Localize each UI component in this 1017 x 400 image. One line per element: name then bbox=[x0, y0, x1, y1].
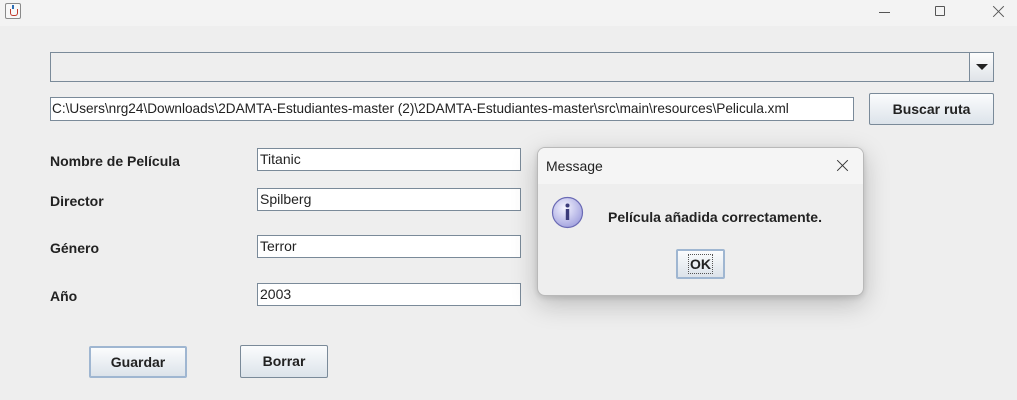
movie-name-label: Nombre de Película bbox=[50, 153, 180, 169]
genre-field[interactable]: Terror bbox=[257, 235, 521, 258]
clear-button[interactable]: Borrar bbox=[240, 345, 328, 378]
chevron-down-icon bbox=[976, 64, 988, 70]
close-icon bbox=[836, 158, 850, 172]
info-icon bbox=[551, 196, 584, 229]
dialog-close-button[interactable] bbox=[828, 153, 856, 179]
file-combo-box[interactable] bbox=[50, 52, 994, 82]
java-app-icon bbox=[5, 3, 21, 19]
close-button[interactable] bbox=[976, 0, 1017, 26]
maximize-icon bbox=[935, 6, 945, 16]
message-dialog: Message Película añadida correctamente. … bbox=[537, 147, 864, 296]
maximize-button[interactable] bbox=[918, 0, 964, 26]
minimize-icon bbox=[879, 12, 890, 13]
ok-button-label: OK bbox=[688, 254, 713, 274]
movie-name-field[interactable]: Titanic bbox=[257, 148, 521, 171]
app-window: C:\Users\nrg24\Downloads\2DAMTA-Estudian… bbox=[0, 0, 1017, 400]
title-bar bbox=[0, 0, 1017, 26]
save-button[interactable]: Guardar bbox=[89, 346, 187, 378]
browse-path-button[interactable]: Buscar ruta bbox=[869, 93, 994, 125]
dialog-title-bar: Message bbox=[538, 148, 863, 184]
year-label: Año bbox=[50, 288, 78, 304]
genre-label: Género bbox=[50, 240, 100, 256]
combo-dropdown-button[interactable] bbox=[969, 53, 993, 81]
minimize-button[interactable] bbox=[862, 0, 908, 26]
close-icon bbox=[992, 4, 1006, 18]
year-field[interactable]: 2003 bbox=[257, 283, 521, 306]
file-path-field[interactable]: C:\Users\nrg24\Downloads\2DAMTA-Estudian… bbox=[50, 97, 854, 121]
ok-button[interactable]: OK bbox=[676, 249, 725, 279]
director-field[interactable]: Spilberg bbox=[257, 188, 521, 211]
dialog-message: Película añadida correctamente. bbox=[608, 209, 822, 225]
director-label: Director bbox=[50, 193, 104, 209]
dialog-title: Message bbox=[546, 158, 603, 174]
